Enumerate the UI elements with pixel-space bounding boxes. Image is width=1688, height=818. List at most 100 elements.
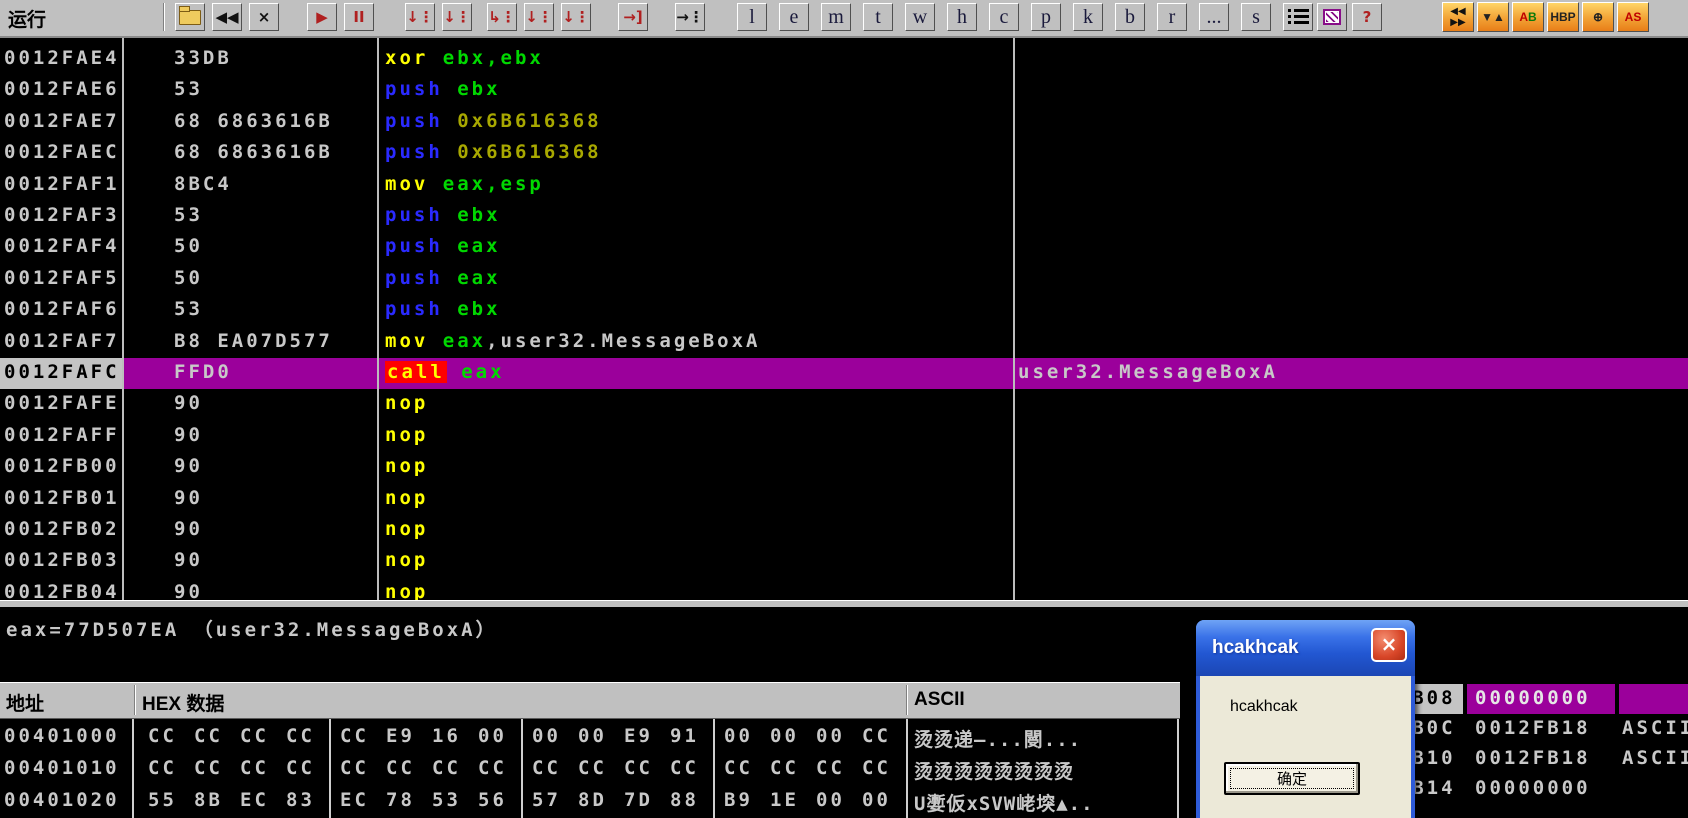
disasm-row[interactable]: 0012FAE433DBxor ebx,ebx [0,44,1688,75]
column-divider [1177,719,1179,818]
goto-eip-button[interactable]: →⋮ [675,3,705,31]
disasm-row[interactable]: 0012FAF550push eax [0,264,1688,295]
byte-group-divider [329,719,331,818]
window-source-button[interactable]: s [1241,3,1271,31]
disasm-bytes: 53 [174,204,203,226]
window-handles-button[interactable]: h [947,3,977,31]
step-over-button[interactable]: ↓⋮ [442,3,472,31]
dump-byte: E9 [624,725,653,747]
dump-row[interactable]: 00401000CCCCCCCCCCE916000000E991000000CC… [0,721,1180,753]
dump-byte: 00 [816,789,845,811]
window-cpu-button[interactable]: c [989,3,1019,31]
token-mn: nop [385,581,428,600]
window-memory-button[interactable]: m [821,3,851,31]
dump-byte: CC [194,725,223,747]
disasm-row[interactable]: 0012FAF7B8 EA07D577mov eax,user32.Messag… [0,327,1688,358]
window-log-button[interactable]: l [737,3,767,31]
plugin-target-button[interactable]: ⊕ [1582,2,1614,32]
pause-button[interactable]: II [344,3,374,31]
disasm-row[interactable]: 0012FAFE90nop [0,389,1688,420]
dump-row[interactable]: 00401010CCCCCCCCCCCCCCCCCCCCCCCCCCCCCCCC… [0,753,1180,785]
window-executables-button[interactable]: e [779,3,809,31]
disasm-bytes: FFD0 [174,361,232,383]
dump-byte: 1E [770,789,799,811]
dump-byte: CC [240,757,269,779]
disasm-bytes: 90 [174,518,203,540]
dump-row[interactable]: 00401020558BEC83EC785356578D7D88B91E0000… [0,785,1180,817]
column-divider[interactable] [377,38,379,600]
plugin-hbp-button[interactable]: HBP [1547,2,1579,32]
window-threads-button[interactable]: t [863,3,893,31]
disasm-row[interactable]: 0012FAE653push ebx [0,75,1688,106]
help-icon: ? [1363,10,1372,25]
close-program-button[interactable]: × [249,3,279,31]
disasm-row[interactable]: 0012FAF353push ebx [0,201,1688,232]
open-file-button[interactable] [175,3,205,31]
step-into-button[interactable]: ↓⋮ [405,3,435,31]
run-button[interactable]: ▶ [307,3,337,31]
execute-till-user-button[interactable]: →] [618,3,648,31]
dialog-titlebar[interactable]: hcakhcak × [1196,620,1415,676]
animate-over-button[interactable]: ↓⋮ [524,3,554,31]
window-runtrace-button[interactable]: ... [1199,3,1229,31]
disasm-bytes: 8BC4 [174,173,232,195]
token-mn: nop [385,518,428,540]
plugin-ab-button[interactable]: AB [1512,2,1544,32]
window-executables-button-label: e [790,6,799,29]
pane-divider[interactable] [0,600,1688,607]
token-txt [443,267,457,289]
dump-byte: 00 [532,725,561,747]
restart-icon: ◀◀ [215,10,238,25]
plugin-jump-button[interactable]: ◀◀▶▶ [1442,2,1474,32]
window-callstack-button[interactable]: k [1073,3,1103,31]
dialog-close-button[interactable]: × [1371,628,1407,662]
dump-pane[interactable]: 地址 HEX 数据 ASCII 00401000CCCCCCCCCCE91600… [0,682,1180,818]
disasm-row[interactable]: 0012FB0190nop [0,484,1688,515]
disasm-row[interactable]: 0012FB0290nop [0,515,1688,546]
dump-byte: 55 [148,789,177,811]
window-callstack-button-label: k [1083,6,1093,29]
window-references-button-label: r [1169,6,1176,29]
window-log-button-label: l [749,6,755,29]
disasm-instruction: nop [385,392,428,414]
execute-till-return-button[interactable]: ↓⋮ [561,3,591,31]
disasm-row[interactable]: 0012FAF18BC4mov eax,esp [0,170,1688,201]
disasm-row[interactable]: 0012FB0490nop [0,578,1688,600]
appearance-button[interactable] [1317,3,1347,31]
window-patches-button[interactable]: p [1031,3,1061,31]
window-windows-button[interactable]: w [905,3,935,31]
disasm-row[interactable]: 0012FAF653push ebx [0,295,1688,326]
help-button[interactable]: ? [1352,3,1382,31]
dump-header-ascii: ASCII [914,689,965,711]
column-divider[interactable] [1013,38,1015,600]
column-divider[interactable] [122,38,124,600]
dump-byte: 91 [670,725,699,747]
dump-address: 00401000 [4,725,120,747]
disasm-row[interactable]: 0012FAF450push eax [0,232,1688,263]
token-mn: nop [385,424,428,446]
disasm-address: 0012FAE6 [0,75,122,106]
disasm-row[interactable]: 0012FAFF90nop [0,421,1688,452]
disasm-row[interactable]: 0012FB0090nop [0,452,1688,483]
column-divider [906,719,908,818]
dump-byte: 8D [578,789,607,811]
plugin-updown-button[interactable]: ▼▲ [1477,2,1509,32]
disasm-instruction: xor ebx,ebx [385,47,544,69]
disasm-row[interactable]: 0012FAE768 6863616Bpush 0x6B616368 [0,107,1688,138]
disassembly-pane[interactable]: 0012FAE433DBxor ebx,ebx0012FAE653push eb… [0,38,1688,600]
window-references-button[interactable]: r [1157,3,1187,31]
token-reg: eax [457,267,500,289]
window-windows-button-label: w [913,6,927,29]
disasm-row[interactable]: 0012FB0390nop [0,546,1688,577]
disasm-row[interactable]: 0012FAEC68 6863616Bpush 0x6B616368 [0,138,1688,169]
plugin-as-button[interactable]: AS [1617,2,1649,32]
info-line: eax=77D507EA （user32.MessageBoxA） [6,615,498,642]
animate-into-button[interactable]: ↳⋮ [487,3,517,31]
disasm-row[interactable]: 0012FAFCFFD0call eaxuser32.MessageBoxA [0,358,1688,389]
restart-button[interactable]: ◀◀ [212,3,242,31]
header-separator [906,685,908,715]
dialog-body: hcakhcak 确定 [1200,676,1411,818]
windows-list-button[interactable] [1283,3,1313,31]
ok-button[interactable]: 确定 [1224,762,1360,795]
window-breakpoints-button[interactable]: b [1115,3,1145,31]
